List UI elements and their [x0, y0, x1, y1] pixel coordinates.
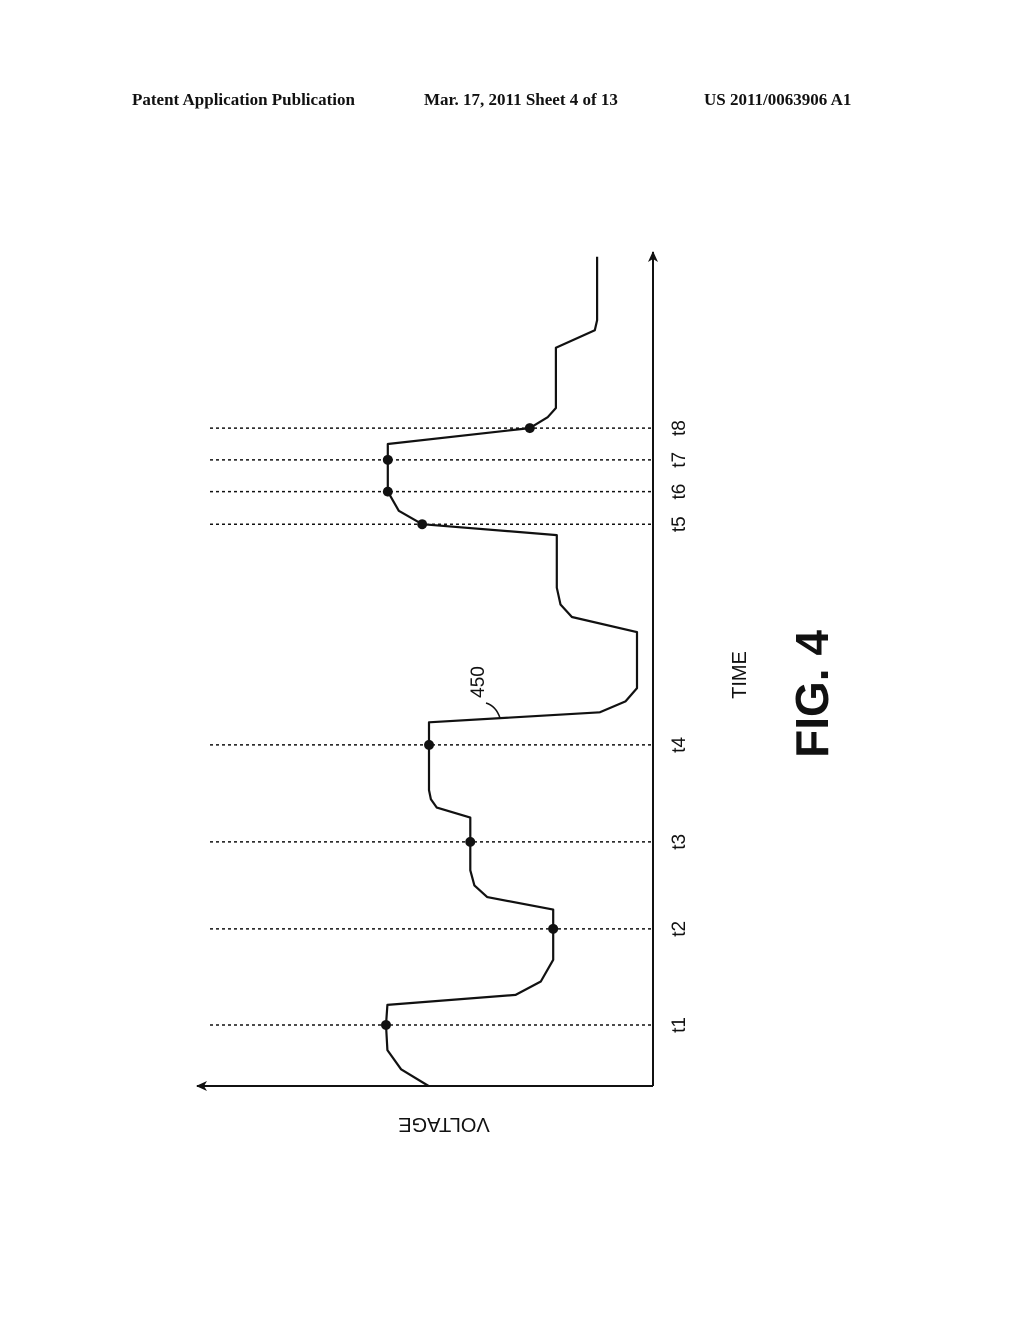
marker-guides: [210, 427, 653, 1026]
marker-dot-t6: [382, 486, 393, 497]
figure-title: FIG. 4: [786, 630, 838, 758]
tick-label-t4: t4: [669, 737, 690, 753]
marker-dot-t5: [417, 519, 428, 530]
marker-dot-t7: [382, 454, 393, 465]
tick-label-t8: t8: [669, 420, 690, 436]
tick-label-t5: t5: [669, 516, 690, 532]
marker-dots: [380, 423, 559, 1030]
time-tick-labels: t1 t2 t3 t4 t5 t6 t7 t8: [669, 420, 690, 1033]
tick-label-t7: t7: [669, 452, 690, 468]
tick-label-t1: t1: [669, 1017, 690, 1033]
marker-dot-t4: [424, 739, 435, 750]
reference-label-450: 450: [468, 666, 489, 698]
tick-label-t6: t6: [669, 484, 690, 500]
waveform-450: [384, 256, 639, 1087]
reference-leader-line: [485, 702, 501, 719]
marker-dot-t3: [465, 836, 476, 847]
tick-label-t3: t3: [669, 834, 690, 850]
marker-dot-t2: [548, 923, 559, 934]
marker-dot-t1: [380, 1019, 391, 1030]
time-axis-title: TIME: [729, 651, 751, 699]
voltage-time-chart: t1 t2 t3 t4 t5 t6 t7 t8 450 TIME VOLTAGE FIG. 4: [196, 251, 838, 1135]
voltage-axis-title: VOLTAGE: [398, 1113, 490, 1135]
marker-dot-t8: [524, 423, 535, 434]
tick-label-t2: t2: [669, 921, 690, 937]
